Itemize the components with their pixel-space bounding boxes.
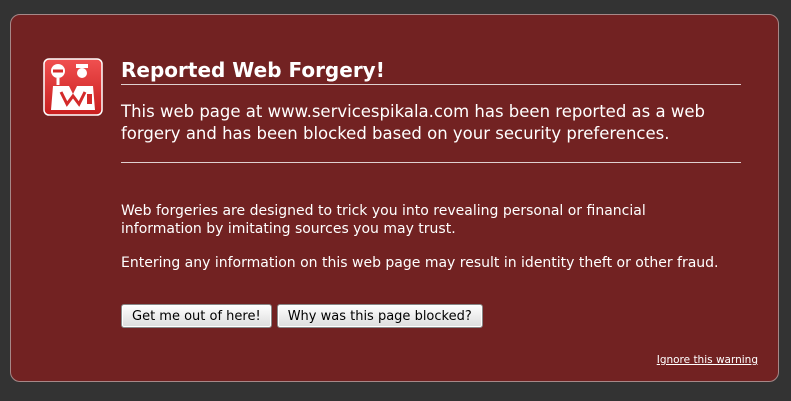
- page-title: Reported Web Forgery!: [121, 58, 741, 85]
- long-description: Web forgeries are designed to trick you …: [121, 202, 721, 288]
- long-description-paragraph: Web forgeries are designed to trick you …: [121, 203, 646, 237]
- long-description-paragraph: Entering any information on this web pag…: [121, 255, 719, 271]
- short-description: This web page at www.servicespikala.com …: [121, 101, 741, 163]
- ignore-warning-link[interactable]: Ignore this warning: [657, 354, 758, 366]
- error-panel: Reported Web Forgery! This web page at w…: [10, 14, 779, 382]
- why-blocked-button[interactable]: Why was this page blocked?: [276, 304, 483, 328]
- get-me-out-button[interactable]: Get me out of here!: [121, 304, 272, 328]
- button-row: Get me out of here! Why was this page bl…: [121, 304, 483, 328]
- police-officer-alert-icon: [43, 58, 103, 116]
